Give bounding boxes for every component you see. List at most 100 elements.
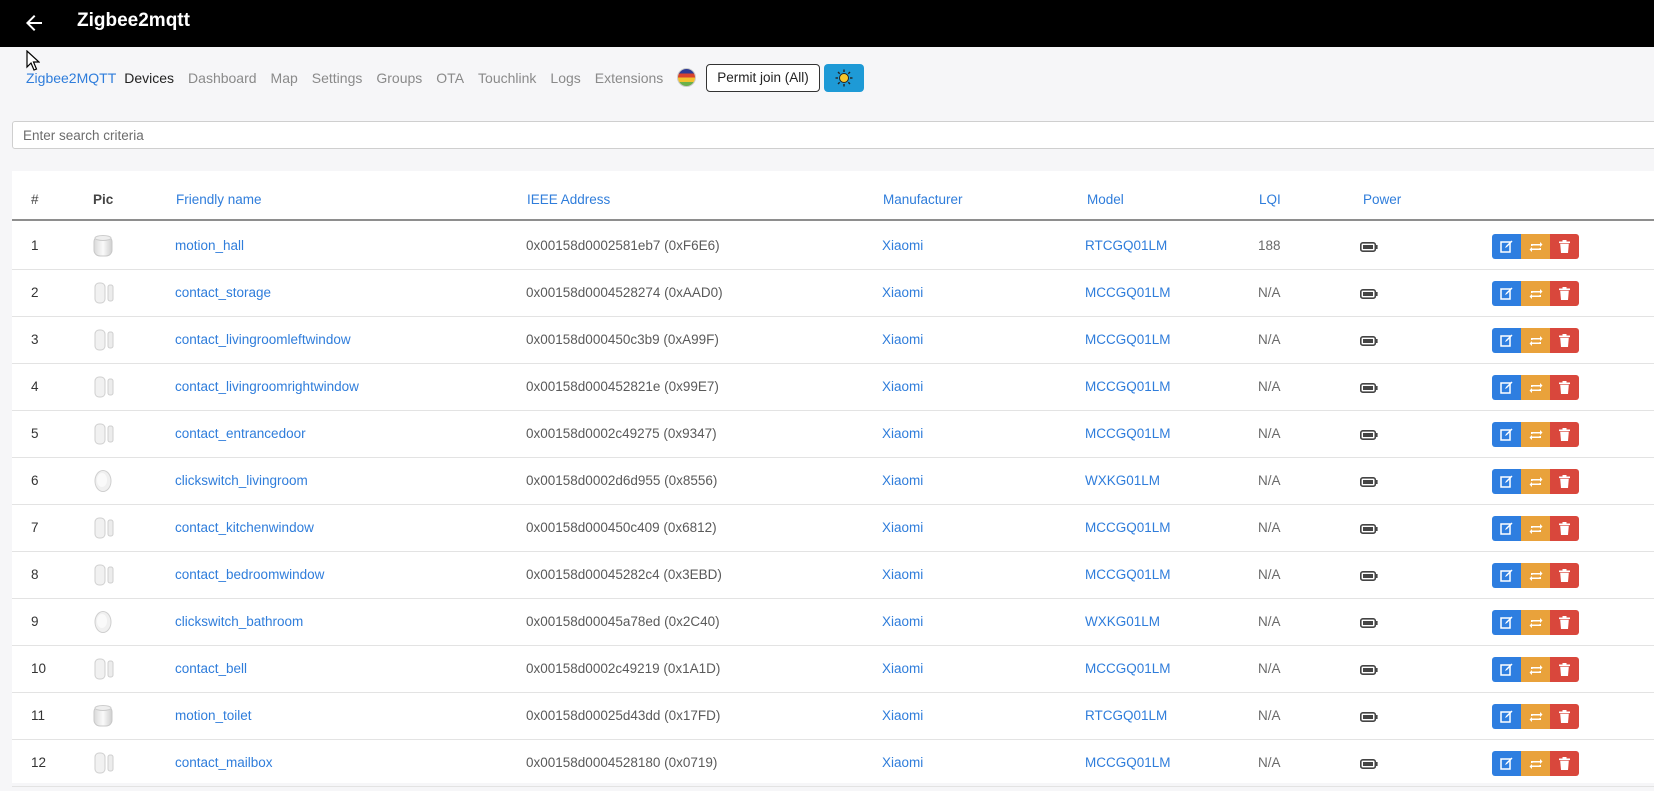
nav-item-logs[interactable]: Logs <box>550 70 580 86</box>
contact-sensor-icon <box>92 657 114 681</box>
nav-item-map[interactable]: Map <box>271 70 298 86</box>
device-name-link[interactable]: contact_bell <box>175 661 247 676</box>
reconfigure-button[interactable] <box>1521 328 1550 353</box>
model-link[interactable]: MCCGQ01LM <box>1085 520 1171 535</box>
reconfigure-button[interactable] <box>1521 375 1550 400</box>
nav-item-devices[interactable]: Devices <box>124 70 174 86</box>
row-actions <box>1492 657 1579 682</box>
model-link[interactable]: WXKG01LM <box>1085 614 1160 629</box>
nav-item-settings[interactable]: Settings <box>312 70 363 86</box>
edit-button[interactable] <box>1492 704 1521 729</box>
reconfigure-button[interactable] <box>1521 422 1550 447</box>
nav-item-extensions[interactable]: Extensions <box>595 70 663 86</box>
search-input[interactable] <box>12 121 1654 149</box>
edit-button[interactable] <box>1492 751 1521 776</box>
delete-button[interactable] <box>1550 469 1579 494</box>
device-name-link[interactable]: motion_toilet <box>175 708 252 723</box>
manufacturer-link[interactable]: Xiaomi <box>882 520 923 535</box>
device-name-link[interactable]: clickswitch_livingroom <box>175 473 308 488</box>
edit-button[interactable] <box>1492 234 1521 259</box>
contact-sensor-icon <box>92 422 114 446</box>
nav-item-dashboard[interactable]: Dashboard <box>188 70 257 86</box>
exchange-icon <box>1529 476 1542 487</box>
edit-button[interactable] <box>1492 422 1521 447</box>
manufacturer-link[interactable]: Xiaomi <box>882 332 923 347</box>
delete-button[interactable] <box>1550 516 1579 541</box>
reconfigure-button[interactable] <box>1521 281 1550 306</box>
reconfigure-button[interactable] <box>1521 563 1550 588</box>
column-header-ieee-address[interactable]: IEEE Address <box>527 192 610 207</box>
reconfigure-button[interactable] <box>1521 469 1550 494</box>
model-link[interactable]: MCCGQ01LM <box>1085 285 1171 300</box>
nav-item-groups[interactable]: Groups <box>376 70 422 86</box>
device-name-link[interactable]: clickswitch_bathroom <box>175 614 303 629</box>
exchange-icon <box>1529 570 1542 581</box>
model-link[interactable]: MCCGQ01LM <box>1085 755 1171 770</box>
delete-button[interactable] <box>1550 281 1579 306</box>
edit-button[interactable] <box>1492 516 1521 541</box>
device-name-link[interactable]: contact_kitchenwindow <box>175 520 314 535</box>
model-link[interactable]: RTCGQ01LM <box>1085 708 1167 723</box>
edit-button[interactable] <box>1492 563 1521 588</box>
model-link[interactable]: MCCGQ01LM <box>1085 567 1171 582</box>
reconfigure-button[interactable] <box>1521 657 1550 682</box>
reconfigure-button[interactable] <box>1521 704 1550 729</box>
manufacturer-link[interactable]: Xiaomi <box>882 426 923 441</box>
column-header-number[interactable]: # <box>31 192 39 207</box>
edit-button[interactable] <box>1492 281 1521 306</box>
table-row: 7 contact_kitchenwindow 0x00158d000450c409… <box>12 505 1654 552</box>
device-name-link[interactable]: contact_bedroomwindow <box>175 567 324 582</box>
theme-toggle-button[interactable] <box>823 63 864 92</box>
delete-button[interactable] <box>1550 328 1579 353</box>
device-name-link[interactable]: contact_storage <box>175 285 271 300</box>
manufacturer-link[interactable]: Xiaomi <box>882 755 923 770</box>
delete-button[interactable] <box>1550 751 1579 776</box>
device-name-link[interactable]: contact_mailbox <box>175 755 273 770</box>
back-arrow-icon[interactable] <box>22 11 46 35</box>
delete-button[interactable] <box>1550 375 1579 400</box>
edit-button[interactable] <box>1492 469 1521 494</box>
reconfigure-button[interactable] <box>1521 610 1550 635</box>
delete-button[interactable] <box>1550 563 1579 588</box>
delete-button[interactable] <box>1550 234 1579 259</box>
model-link[interactable]: MCCGQ01LM <box>1085 426 1171 441</box>
device-name-link[interactable]: contact_entrancedoor <box>175 426 306 441</box>
delete-button[interactable] <box>1550 704 1579 729</box>
edit-button[interactable] <box>1492 328 1521 353</box>
manufacturer-link[interactable]: Xiaomi <box>882 567 923 582</box>
column-header-friendly-name[interactable]: Friendly name <box>176 192 262 207</box>
device-name-link[interactable]: contact_livingroomleftwindow <box>175 332 351 347</box>
delete-button[interactable] <box>1550 657 1579 682</box>
device-name-link[interactable]: contact_livingroomrightwindow <box>175 379 359 394</box>
model-link[interactable]: WXKG01LM <box>1085 473 1160 488</box>
column-header-model[interactable]: Model <box>1087 192 1124 207</box>
reconfigure-button[interactable] <box>1521 751 1550 776</box>
device-name-link[interactable]: motion_hall <box>175 238 244 253</box>
manufacturer-link[interactable]: Xiaomi <box>882 473 923 488</box>
manufacturer-link[interactable]: Xiaomi <box>882 379 923 394</box>
manufacturer-link[interactable]: Xiaomi <box>882 238 923 253</box>
edit-button[interactable] <box>1492 375 1521 400</box>
manufacturer-link[interactable]: Xiaomi <box>882 708 923 723</box>
model-link[interactable]: RTCGQ01LM <box>1085 238 1167 253</box>
model-link[interactable]: MCCGQ01LM <box>1085 379 1171 394</box>
reconfigure-button[interactable] <box>1521 234 1550 259</box>
nav-item-ota[interactable]: OTA <box>436 70 464 86</box>
model-link[interactable]: MCCGQ01LM <box>1085 332 1171 347</box>
column-header-lqi[interactable]: LQI <box>1259 192 1281 207</box>
delete-button[interactable] <box>1550 422 1579 447</box>
language-flag-icon[interactable] <box>677 68 697 87</box>
manufacturer-link[interactable]: Xiaomi <box>882 285 923 300</box>
delete-button[interactable] <box>1550 610 1579 635</box>
model-link[interactable]: MCCGQ01LM <box>1085 661 1171 676</box>
manufacturer-link[interactable]: Xiaomi <box>882 661 923 676</box>
edit-button[interactable] <box>1492 657 1521 682</box>
edit-button[interactable] <box>1492 610 1521 635</box>
reconfigure-button[interactable] <box>1521 516 1550 541</box>
nav-item-touchlink[interactable]: Touchlink <box>478 70 536 86</box>
permit-join-button[interactable]: Permit join (All) <box>706 63 820 92</box>
manufacturer-link[interactable]: Xiaomi <box>882 614 923 629</box>
column-header-manufacturer[interactable]: Manufacturer <box>883 192 963 207</box>
column-header-power[interactable]: Power <box>1363 192 1401 207</box>
trash-icon <box>1559 381 1570 394</box>
